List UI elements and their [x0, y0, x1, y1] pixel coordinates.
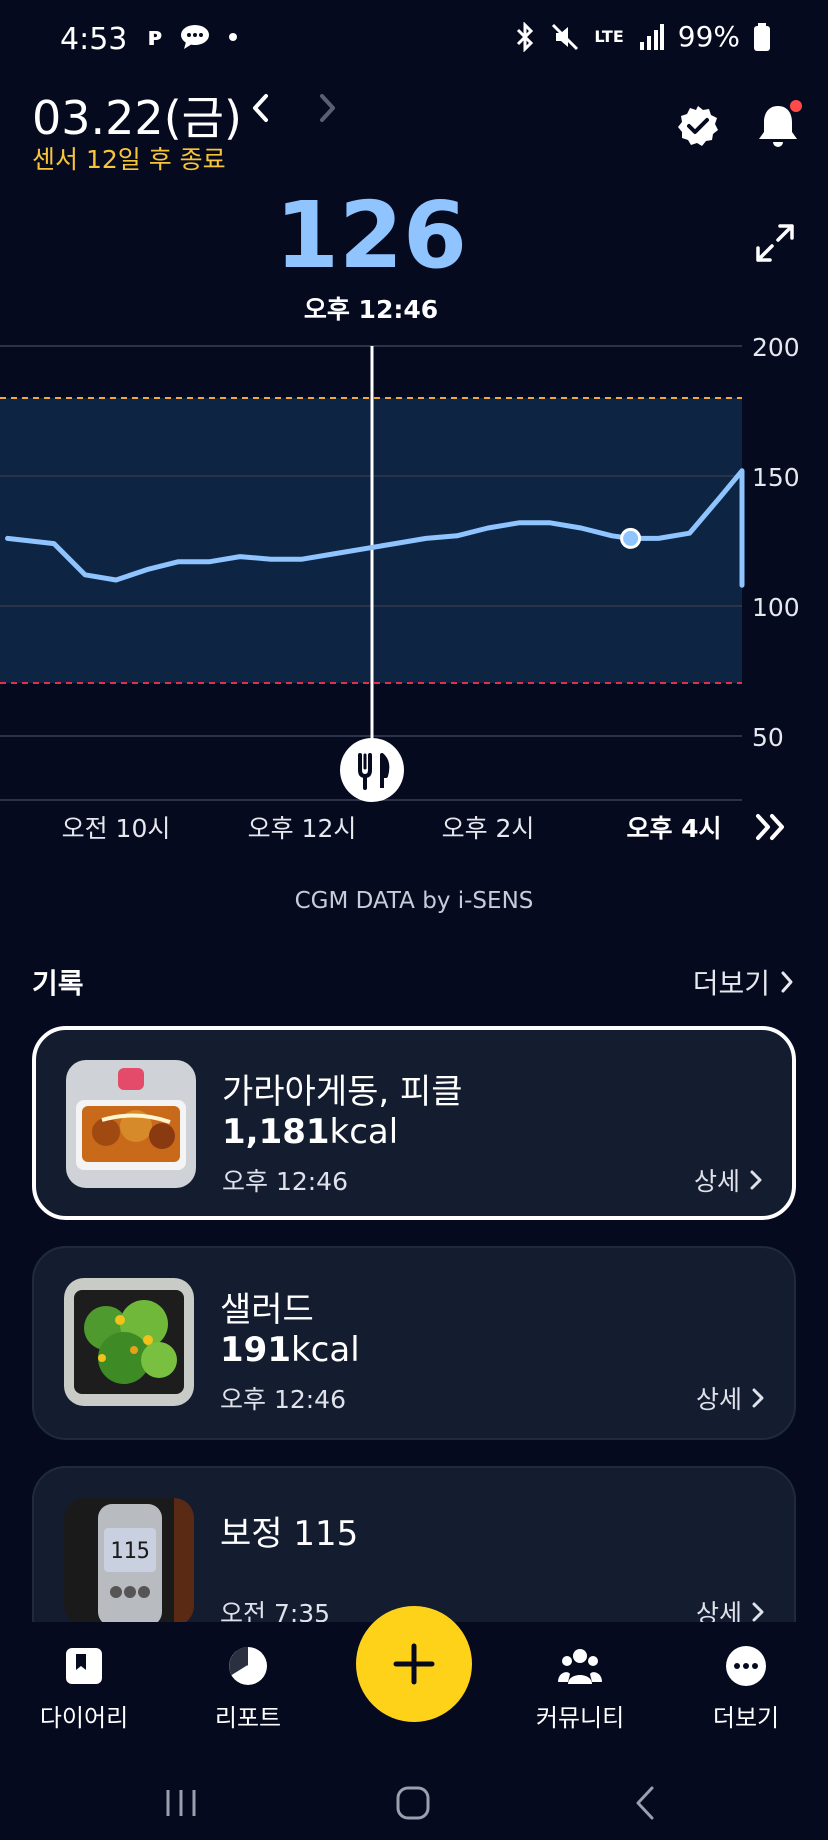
meal-marker[interactable]: [340, 738, 404, 802]
chevron-right-icon: [750, 1170, 762, 1190]
previous-day-icon[interactable]: [246, 88, 276, 128]
bluetooth-icon: [517, 21, 534, 52]
community-icon: [558, 1649, 602, 1684]
plus-icon: [393, 1643, 435, 1685]
record-kcal: 1,181kcal: [222, 1112, 398, 1152]
more-icon: [726, 1646, 766, 1686]
glucometer-photo: 115: [64, 1498, 194, 1626]
food-photo: [64, 1278, 194, 1406]
svg-text:115: 115: [110, 1539, 150, 1564]
records-more-label: 더보기: [692, 967, 770, 1000]
detail-label: 상세: [695, 1385, 742, 1414]
diary-icon: [66, 1648, 102, 1684]
mute-icon: [552, 23, 579, 50]
status-right: LTE 99%: [514, 20, 770, 53]
nav-report[interactable]: 리포트: [178, 1644, 318, 1733]
battery-icon: [754, 22, 770, 51]
cgm-credit: CGM DATA by i-SENS: [294, 888, 534, 914]
y-tick-label: 200: [752, 333, 800, 362]
x-tick-label: 오후 12시: [248, 814, 357, 843]
record-card[interactable]: 샐러드 191kcal 오후 12:46 상세: [32, 1246, 796, 1440]
bell-icon[interactable]: [754, 100, 804, 152]
system-nav-bar: [166, 1786, 654, 1820]
chevron-right-icon: [752, 1388, 764, 1408]
network-type: LTE: [594, 27, 624, 46]
scroll-forward-icon[interactable]: [756, 814, 784, 840]
kcal-unit: kcal: [329, 1112, 399, 1152]
record-time: 오후 12:46: [220, 1385, 346, 1414]
x-tick-label: 오전 10시: [62, 814, 171, 843]
y-tick-label: 50: [752, 723, 784, 752]
food-photo: [66, 1060, 196, 1188]
nav-label: 다이어리: [39, 1704, 129, 1732]
x-tick-label: 오후 4시: [626, 814, 721, 843]
nav-diary[interactable]: 다이어리: [14, 1644, 154, 1733]
y-tick-label: 150: [752, 463, 800, 492]
status-notification-icons: ᴘ: [148, 22, 238, 52]
add-record-button[interactable]: [356, 1606, 472, 1722]
selected-point-marker[interactable]: [620, 527, 642, 549]
report-icon: [229, 1647, 267, 1685]
glucose-chart[interactable]: 200 150 100 50 오전 10시 오후 12시 오후 2시 오후 4시: [0, 330, 828, 850]
glucose-time: 오후 12:46: [303, 295, 439, 324]
kcal-value: 1,181: [222, 1112, 330, 1152]
home-icon[interactable]: [396, 1786, 430, 1820]
record-title: 보정 115: [220, 1514, 359, 1554]
kcal-unit: kcal: [290, 1330, 360, 1370]
date-title: 03.22(금): [32, 91, 242, 145]
nav-label: 더보기: [712, 1704, 780, 1732]
record-time: 오후 12:46: [222, 1167, 348, 1196]
status-time: 4:53: [60, 22, 128, 57]
record-title: 가라아게동, 피클: [222, 1072, 463, 1112]
nav-more[interactable]: 더보기: [676, 1644, 816, 1733]
notification-dot-icon: [229, 33, 238, 41]
battery-percent: 99%: [677, 20, 740, 53]
expand-icon[interactable]: [754, 222, 796, 264]
y-tick-label: 100: [752, 593, 800, 622]
back-icon[interactable]: [636, 1786, 654, 1820]
signal-icon: [639, 23, 664, 50]
sensor-status: 센서 12일 후 종료: [32, 145, 226, 174]
record-kcal: 191kcal: [220, 1330, 360, 1370]
nav-community[interactable]: 커뮤니티: [510, 1644, 650, 1733]
verified-badge-icon[interactable]: [676, 104, 720, 148]
x-tick-label: 오후 2시: [442, 814, 535, 843]
recent-apps-icon[interactable]: [166, 1790, 196, 1816]
records-title: 기록: [32, 967, 84, 1000]
next-day-icon[interactable]: [312, 88, 342, 128]
record-card[interactable]: 가라아게동, 피클 1,181kcal 오후 12:46 상세: [32, 1026, 796, 1220]
record-detail-link[interactable]: 상세: [694, 1162, 762, 1198]
records-more-link[interactable]: 더보기: [693, 962, 794, 1002]
chat-bubble-icon: [181, 25, 210, 49]
parking-app-icon: ᴘ: [148, 22, 163, 52]
record-detail-link[interactable]: 상세: [696, 1380, 764, 1416]
chevron-right-icon: [752, 1602, 764, 1622]
nav-label: 리포트: [214, 1704, 282, 1732]
record-title: 샐러드: [220, 1290, 314, 1330]
kcal-value: 191: [220, 1330, 291, 1370]
glucose-value: 126: [274, 182, 468, 289]
detail-label: 상세: [693, 1167, 740, 1196]
nav-label: 커뮤니티: [535, 1704, 625, 1732]
chevron-right-icon: [781, 971, 793, 993]
